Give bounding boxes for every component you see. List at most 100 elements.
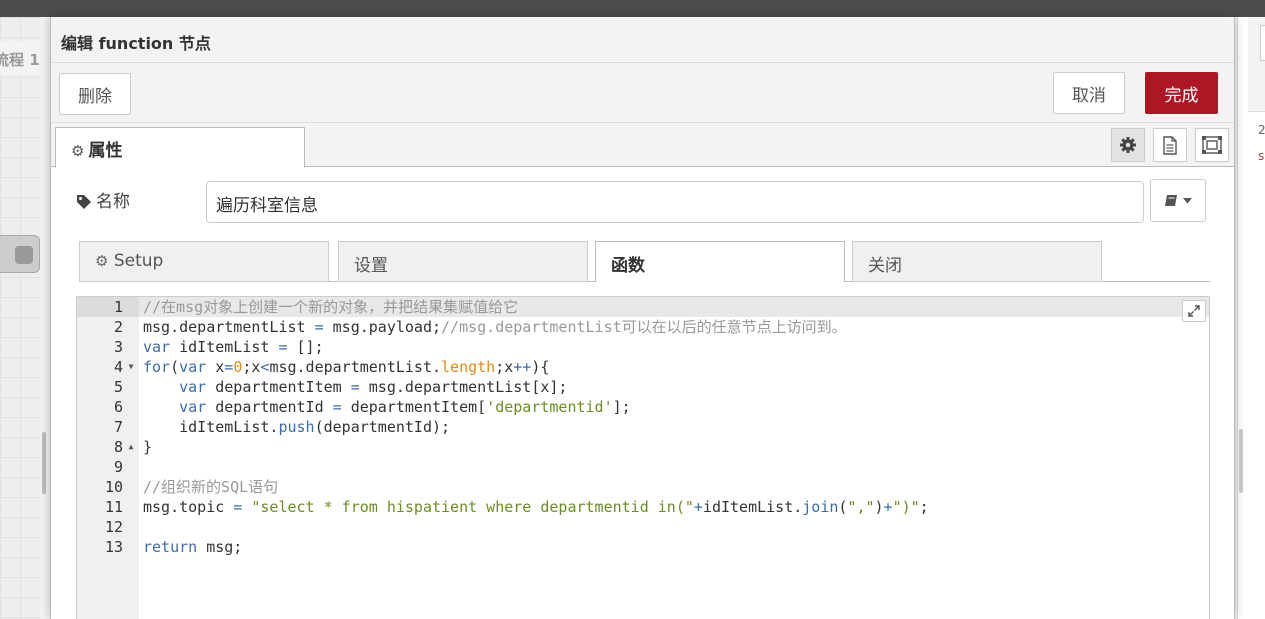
- code-token: departmentItem[: [341, 398, 487, 416]
- gear-icon: ⚙: [71, 142, 85, 160]
- code-token: return: [143, 538, 198, 556]
- code-line[interactable]: 2 msg.departmentList = msg.payload;//msg.…: [77, 317, 1209, 337]
- node-port[interactable]: [15, 246, 33, 264]
- code-line[interactable]: 11 msg.topic = "select * from hispatient …: [77, 497, 1209, 517]
- code-line[interactable]: 8 ▲}: [77, 437, 1209, 457]
- tab-on-stop[interactable]: 关闭: [852, 241, 1102, 282]
- sidebar-scrollbar[interactable]: [1239, 429, 1243, 493]
- code-token: (departmentId);: [314, 418, 451, 436]
- code-line[interactable]: 5 var departmentItem = msg.departmentLis…: [77, 377, 1209, 397]
- code-token: msg.departmentList[x];: [359, 378, 568, 396]
- delete-button[interactable]: 删除: [59, 73, 131, 115]
- code-editor[interactable]: 1//在msg对象上创建一个新的对象，并把结果集赋值给它 2 msg.departm…: [76, 296, 1210, 619]
- line-number: 11: [104, 498, 123, 516]
- chevron-down-icon: [1183, 197, 1192, 203]
- code-token: departmentItem: [206, 378, 351, 396]
- code-token: var: [179, 358, 207, 376]
- document-icon: [1163, 135, 1177, 155]
- code-token: =: [233, 498, 243, 516]
- edit-node-dialog: 编辑 function 节点 删除 取消 完成 ⚙ 属性 名称 遍历科室信息 ⚙ …: [50, 17, 1235, 619]
- name-input[interactable]: 遍历科室信息: [206, 181, 1144, 223]
- workspace-tab-label: 流程 1: [0, 51, 40, 69]
- code-text: idItemList.push(departmentId);: [143, 417, 450, 437]
- code-token: var: [143, 338, 171, 356]
- code-token: departmentId: [206, 398, 333, 416]
- workspace-tab[interactable]: 流程 1: [0, 41, 40, 75]
- code-token: ];: [612, 398, 631, 416]
- code-token: =: [314, 318, 324, 336]
- code-line[interactable]: 13 return msg;: [77, 537, 1209, 557]
- code-token: //msg.departmentList可以在以后的任意节点上访问到。: [441, 318, 847, 336]
- line-number: 13: [104, 538, 123, 556]
- tab-on-start[interactable]: 设置: [338, 241, 588, 282]
- line-number: 5: [113, 378, 123, 396]
- fold-collapse-icon[interactable]: ▼: [126, 357, 136, 377]
- code-token: 'departmentid': [486, 398, 613, 416]
- code-token: x: [206, 358, 225, 376]
- done-button[interactable]: 完成: [1145, 72, 1218, 114]
- code-line[interactable]: 6 var departmentId = departmentItem['dep…: [77, 397, 1209, 417]
- code-token: msg.topic: [143, 498, 234, 516]
- code-line[interactable]: 12: [77, 517, 1209, 537]
- tab-function[interactable]: 函数: [595, 241, 845, 283]
- code-line[interactable]: 1//在msg对象上创建一个新的对象，并把结果集赋值给它: [77, 297, 1209, 317]
- code-token: var: [179, 398, 207, 416]
- tab-setup[interactable]: ⚙ Setup: [79, 241, 329, 282]
- code-line[interactable]: 4 ▼ for(var x=0;x<msg.departmentList.lengt…: [77, 357, 1209, 377]
- flow-node[interactable]: [0, 235, 40, 273]
- code-token: ;x: [242, 358, 261, 376]
- code-line[interactable]: 3 var idItemList = [];: [77, 337, 1209, 357]
- tab-properties-label: 属性: [88, 141, 123, 161]
- expand-editor-button[interactable]: [1182, 300, 1206, 322]
- code-token: ")": [892, 498, 920, 516]
- line-number: 7: [113, 418, 123, 436]
- code-token: ;x: [495, 358, 514, 376]
- code-token: ",": [847, 498, 875, 516]
- code-token: length: [441, 358, 496, 376]
- line-number: 1: [77, 297, 139, 317]
- code-text: }: [143, 437, 152, 457]
- node-appearance-button[interactable]: [1195, 128, 1229, 162]
- code-token: push: [278, 418, 315, 436]
- tab-properties[interactable]: ⚙ 属性: [55, 127, 305, 168]
- code-token: +: [693, 498, 703, 516]
- code-line[interactable]: 7 idItemList.push(departmentId);: [77, 417, 1209, 437]
- code-token: +: [883, 498, 893, 516]
- sidebar-panel: 2 s: [1237, 17, 1265, 619]
- code-text: return msg;: [143, 537, 242, 557]
- code-text: for(var x=0;x<msg.departmentList.length;…: [143, 357, 549, 377]
- tab-setup-label: Setup: [113, 251, 164, 271]
- fold-expand-icon[interactable]: ▲: [126, 437, 136, 457]
- cancel-button[interactable]: 取消: [1053, 72, 1125, 114]
- workspace-scrollbar[interactable]: [42, 432, 46, 494]
- dialog-tabs: ⚙ 属性: [51, 123, 1234, 168]
- code-text: //组织新的SQL语句: [143, 477, 278, 497]
- gear-icon: [1120, 137, 1136, 153]
- code-line[interactable]: 10 //组织新的SQL语句: [77, 477, 1209, 497]
- sidebar-text: s: [1258, 149, 1265, 163]
- dialog-title: 编辑 function 节点: [61, 34, 211, 53]
- line-number: 3: [113, 338, 123, 356]
- code-token: //在msg对象上创建一个新的对象，并把结果集赋值给它: [143, 298, 519, 316]
- code-text: msg.topic = "select * from hispatient wh…: [143, 497, 929, 517]
- sidebar-tab[interactable]: [1260, 25, 1265, 61]
- line-number: 12: [104, 518, 123, 536]
- code-token: idItemList.: [143, 418, 279, 436]
- code-token: ){: [531, 358, 550, 376]
- code-token: ++: [513, 358, 532, 376]
- code-token: =: [278, 338, 288, 356]
- book-icon: [1165, 195, 1177, 206]
- code-token: var: [179, 378, 207, 396]
- code-token: [];: [287, 338, 324, 356]
- flow-workspace[interactable]: 流程 1: [0, 17, 40, 619]
- node-description-button[interactable]: [1153, 128, 1187, 162]
- code-token: =: [350, 378, 360, 396]
- tag-icon: [77, 195, 91, 209]
- code-token: msg;: [197, 538, 243, 556]
- node-label-menu-button[interactable]: [1150, 179, 1206, 222]
- code-line[interactable]: 9: [77, 457, 1209, 477]
- node-settings-button[interactable]: [1111, 128, 1145, 162]
- code-text: var departmentItem = msg.departmentList[…: [143, 377, 567, 397]
- code-token: }: [143, 438, 153, 456]
